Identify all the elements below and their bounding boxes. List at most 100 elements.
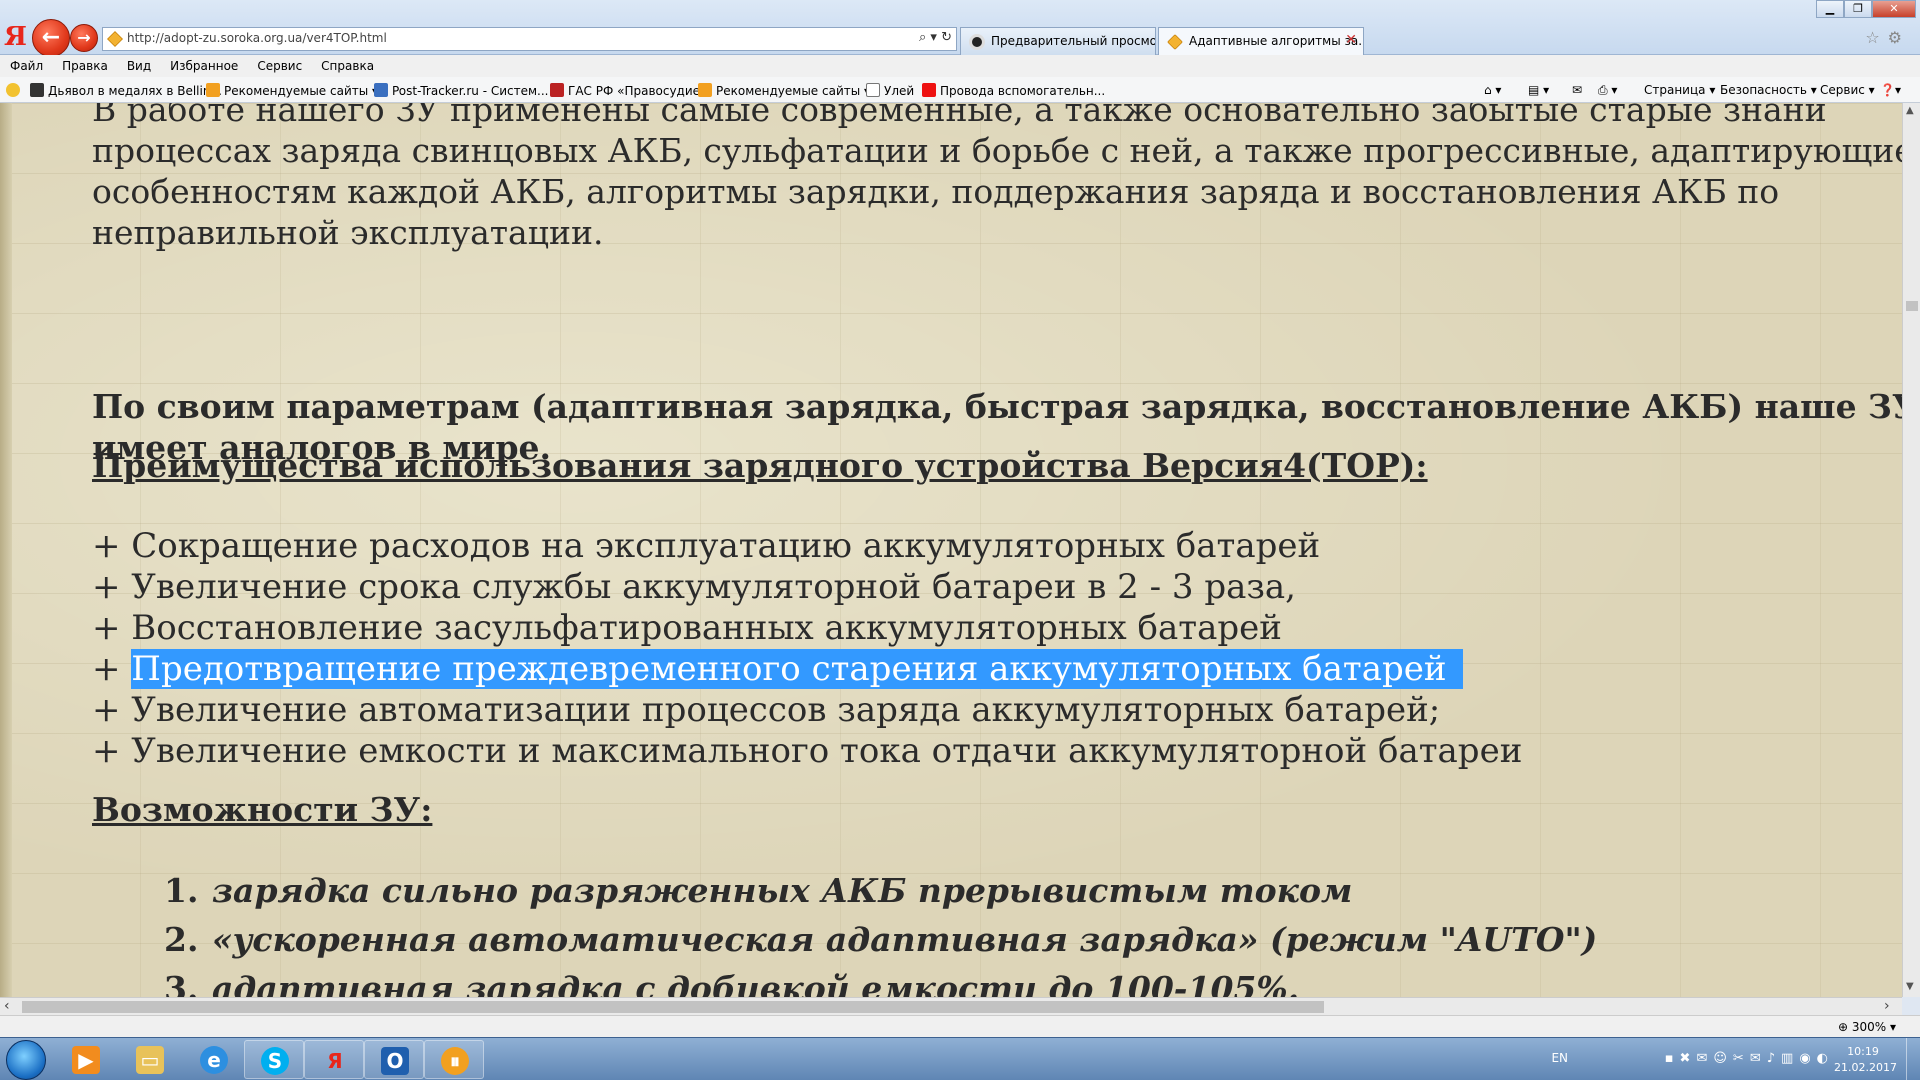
arrow-right-icon: → xyxy=(77,28,91,47)
tray-icon[interactable]: ▪ xyxy=(1665,1051,1680,1066)
vertical-scrollbar[interactable]: ▲ ▼ xyxy=(1902,103,1920,997)
start-button[interactable] xyxy=(6,1040,46,1080)
tray-icon[interactable]: ✂ xyxy=(1733,1051,1750,1066)
page-menu-button[interactable]: Страница ▾ xyxy=(1644,83,1715,97)
network-icon[interactable]: ▥ xyxy=(1781,1051,1799,1066)
clock-date: 21.02.2017 xyxy=(1834,1061,1897,1074)
show-desktop-button[interactable] xyxy=(1906,1038,1920,1080)
page-icon xyxy=(30,83,44,97)
minimize-button[interactable]: ▁ xyxy=(1816,0,1844,18)
clock[interactable]: 10:19 21.02.2017 xyxy=(1834,1044,1897,1076)
list-item: 2. «ускоренная автоматическая адаптивная … xyxy=(164,920,1598,959)
language-indicator[interactable]: EN xyxy=(1551,1051,1568,1065)
intro-line: неправильной эксплуатации. xyxy=(92,213,604,252)
tools-menu-button[interactable]: Сервис ▾ xyxy=(1820,83,1875,97)
dropdown-icon[interactable]: ▾ xyxy=(930,30,937,45)
taskbar-explorer[interactable]: ▭ xyxy=(120,1040,180,1079)
zoom-level: 300% xyxy=(1851,1020,1887,1034)
selected-text[interactable]: Предотвращение преждевременного старения… xyxy=(131,649,1463,689)
ie-icon: e xyxy=(200,1046,228,1074)
yandex-logo-icon[interactable]: Я xyxy=(4,22,27,52)
address-bar[interactable]: http://adopt-zu.soroka.org.ua/ver4TOP.ht… xyxy=(102,27,957,51)
tray-icon[interactable]: ◉ xyxy=(1799,1051,1816,1066)
taskbar-media-player[interactable]: ▶ xyxy=(56,1040,116,1079)
capabilities-heading: Возможности ЗУ: xyxy=(92,790,433,829)
fav-link-3[interactable]: Post-Tracker.ru - Систем... xyxy=(374,83,548,98)
print-icon[interactable]: ⎙ ▾ xyxy=(1598,83,1617,98)
scroll-up-icon[interactable]: ▲ xyxy=(1906,105,1914,116)
close-window-button[interactable]: ✕ xyxy=(1872,0,1916,18)
system-tray[interactable]: ▪✖✉☺✂✉♪▥◉◐ xyxy=(1665,1051,1834,1066)
site-favicon-icon xyxy=(107,31,123,47)
outlook-icon: O xyxy=(381,1047,409,1075)
menu-tools[interactable]: Сервис xyxy=(257,59,302,73)
menu-file[interactable]: Файл xyxy=(10,59,43,73)
tab-adaptive-algorithms[interactable]: Адаптивные алгоритмы за... ✕ xyxy=(1158,27,1364,55)
favorites-star-icon[interactable]: ☆ xyxy=(1865,28,1887,47)
home-icon[interactable]: ⌂ ▾ xyxy=(1484,83,1501,97)
tray-icon[interactable]: ✖ xyxy=(1680,1051,1697,1066)
document-icon xyxy=(866,83,880,97)
tray-icon[interactable]: ✉ xyxy=(1750,1051,1767,1066)
volume-icon[interactable]: ♪ xyxy=(1767,1051,1781,1066)
address-url[interactable]: http://adopt-zu.soroka.org.ua/ver4TOP.ht… xyxy=(127,31,387,45)
mail-icon[interactable]: ✉ xyxy=(1572,83,1582,97)
tray-icon[interactable]: ☺ xyxy=(1713,1051,1733,1066)
fav-link-1[interactable]: Дьявол в медалях в Bellin... xyxy=(30,83,222,98)
scroll-right-icon[interactable]: › xyxy=(1884,998,1890,1014)
safety-menu-button[interactable]: Безопасность ▾ xyxy=(1720,83,1817,97)
refresh-icon[interactable]: ↻ xyxy=(941,30,952,45)
fav-link-7[interactable]: Провода вспомогательн... xyxy=(922,83,1105,98)
menu-favorites[interactable]: Избранное xyxy=(170,59,238,73)
vertical-scroll-thumb[interactable] xyxy=(1906,301,1918,311)
advantages-heading: Преимущества использования зарядного уст… xyxy=(92,446,1428,485)
menu-view[interactable]: Вид xyxy=(127,59,151,73)
fav-link-4[interactable]: ГАС РФ «Правосудие» xyxy=(550,83,707,98)
fav-link-2[interactable]: Рекомендуемые сайты ▾ xyxy=(206,83,378,98)
close-tab-icon[interactable]: ✕ xyxy=(1345,32,1357,48)
menu-edit[interactable]: Правка xyxy=(62,59,108,73)
horizontal-scrollbar[interactable]: ‹ › xyxy=(0,997,1902,1015)
advantages-list: + Сокращение расходов на эксплуатацию ак… xyxy=(92,526,1902,772)
gear-icon[interactable]: ⚙ xyxy=(1888,28,1910,47)
scroll-left-icon[interactable]: ‹ xyxy=(4,998,10,1014)
help-icon[interactable]: ❓▾ xyxy=(1880,83,1901,97)
intro-line: В работе нашего ЗУ применены самые совре… xyxy=(92,103,1827,129)
search-icon[interactable]: ⌕ xyxy=(919,30,926,45)
back-button[interactable]: ← xyxy=(32,19,70,57)
tray-icon[interactable]: ✉ xyxy=(1696,1051,1713,1066)
list-item-selected: + Предотвращение преждевременного старен… xyxy=(92,649,1902,690)
zoom-control[interactable]: ⊕ 300% ▾ xyxy=(1838,1020,1896,1034)
fav-link-5[interactable]: Рекомендуемые сайты ▾ xyxy=(698,83,870,98)
tab-favicon-icon xyxy=(969,34,985,50)
page-content: В работе нашего ЗУ применены самые совре… xyxy=(0,103,1902,997)
forward-button[interactable]: → xyxy=(70,24,98,52)
intro-paragraph: В работе нашего ЗУ применены самые совре… xyxy=(92,103,1902,253)
favorites-star-add-icon[interactable] xyxy=(6,83,24,98)
taskbar-yandex[interactable]: Я xyxy=(304,1040,364,1079)
tray-icon[interactable]: ◐ xyxy=(1817,1051,1834,1066)
page-left-border xyxy=(0,103,12,997)
tracker-icon xyxy=(374,83,388,97)
menu-help[interactable]: Справка xyxy=(321,59,374,73)
media-player-icon: ▶ xyxy=(72,1046,100,1074)
maximize-button[interactable]: ❐ xyxy=(1844,0,1872,18)
taskbar-ie[interactable]: e xyxy=(184,1040,244,1079)
zoom-icon: ⊕ xyxy=(1837,1020,1848,1034)
list-item: 1. зарядка сильно разряженных АКБ прерыви… xyxy=(164,871,1353,910)
horizontal-scroll-thumb[interactable] xyxy=(22,1001,1324,1013)
scroll-down-icon[interactable]: ▼ xyxy=(1906,981,1914,992)
taskbar-app[interactable]: ⏸ xyxy=(424,1040,484,1079)
menu-bar: Файл Правка Вид Избранное Сервис Справка xyxy=(0,55,1920,77)
fav-link-6[interactable]: Улей xyxy=(866,83,914,98)
address-tools[interactable]: ⌕ ▾ ↻ xyxy=(919,30,952,45)
favorites-bar: Дьявол в медалях в Bellin... Рекомендуем… xyxy=(0,77,1920,103)
rss-icon[interactable]: ▤ ▾ xyxy=(1528,83,1549,97)
tab-preview[interactable]: Предварительный просмотр ... xyxy=(960,27,1156,55)
taskbar-outlook[interactable]: O xyxy=(364,1040,424,1079)
taskbar-skype[interactable]: S xyxy=(244,1040,304,1079)
yandex-icon: Я xyxy=(327,1049,343,1073)
chevron-down-icon: ▾ xyxy=(1889,1020,1896,1034)
list-item: + Увеличение автоматизации процессов зар… xyxy=(92,690,1441,730)
skype-icon: S xyxy=(261,1047,289,1075)
